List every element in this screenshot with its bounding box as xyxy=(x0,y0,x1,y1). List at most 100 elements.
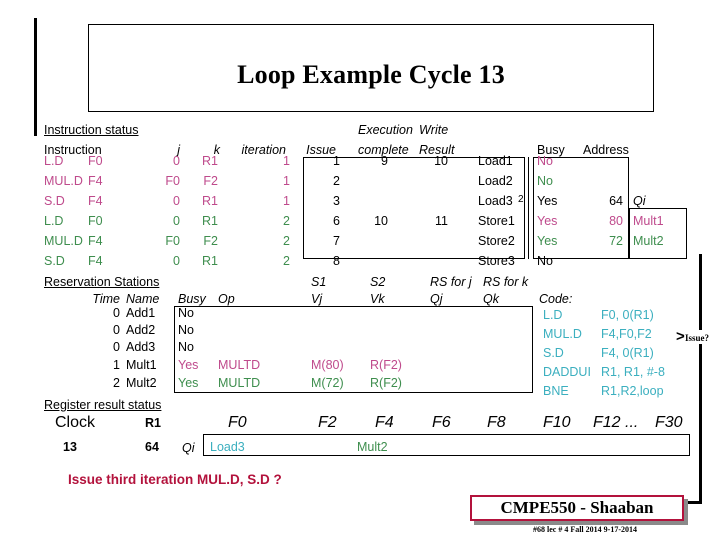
rs-op: MULTD xyxy=(218,376,261,390)
instr-j: 0 xyxy=(173,254,180,268)
ls-name: Load3 xyxy=(478,194,513,208)
code-operands: F0, 0(R1) xyxy=(601,308,654,322)
slide-root: Loop Example Cycle 13 Instruction status… xyxy=(0,0,720,540)
instr-issue: 3 xyxy=(333,194,340,208)
code-operands: R1, R1, #-8 xyxy=(601,365,665,379)
instr-iteration: 1 xyxy=(283,174,290,188)
rs-time: 0 xyxy=(113,323,120,337)
instr-result: 11 xyxy=(435,214,448,228)
rs-vk: R(F2) xyxy=(370,376,402,390)
ls-qi: Mult2 xyxy=(633,234,664,248)
instr-dest: F4 xyxy=(88,234,103,248)
ls-address: 72 xyxy=(609,234,623,248)
register-header: F10 xyxy=(543,414,571,431)
rs-time: 2 xyxy=(113,376,120,390)
header-vk: Vk xyxy=(370,292,385,306)
header-time: Time xyxy=(92,292,120,306)
rs-busy: No xyxy=(178,323,194,337)
code-operands: R1,R2,loop xyxy=(601,384,664,398)
bottom-question: Issue third iteration MUL.D, S.D ? xyxy=(68,472,282,487)
qi-label: Qi xyxy=(182,441,195,455)
instr-issue: 8 xyxy=(333,254,340,268)
issue-arrow-icon: > xyxy=(676,328,685,345)
code-operands: F4,F0,F2 xyxy=(601,327,652,341)
load-store-left-rule xyxy=(528,157,529,259)
instr-j: 0 xyxy=(173,194,180,208)
clock-label: Clock xyxy=(55,414,96,431)
code-op: BNE xyxy=(543,384,569,398)
footer-banner-text: CMPE550 - Shaaban xyxy=(500,498,654,517)
instr-j: F0 xyxy=(165,234,180,248)
rs-time: 0 xyxy=(113,306,120,320)
instr-dest: F0 xyxy=(88,214,103,228)
ls-address: 80 xyxy=(609,214,623,228)
instr-k: R1 xyxy=(202,154,218,168)
register-result-status-label: Register result status xyxy=(44,398,162,412)
header-vj: Vj xyxy=(311,292,323,306)
register-header: F8 xyxy=(487,414,506,431)
ls-name: Load1 xyxy=(478,154,513,168)
header-name: Name xyxy=(126,292,160,306)
instr-k: R1 xyxy=(202,214,218,228)
page-title: Loop Example Cycle 13 xyxy=(237,60,505,89)
instr-dest: F4 xyxy=(88,174,103,188)
issue-annotation: Issue? xyxy=(685,333,710,343)
register-result-box xyxy=(203,434,690,456)
instr-k: F2 xyxy=(203,234,218,248)
rs-busy: Yes xyxy=(178,358,199,372)
instr-iteration: 2 xyxy=(283,214,290,228)
reservation-stations-label: Reservation Stations xyxy=(44,275,160,289)
header-s1: S1 xyxy=(311,275,327,289)
instruction-status-label: Instruction status xyxy=(44,123,139,137)
code-op: DADDUI xyxy=(543,365,591,379)
header-busy-rs: Busy xyxy=(178,292,206,306)
rs-vj: M(80) xyxy=(311,358,344,372)
code-label: Code: xyxy=(539,292,573,306)
rs-time: 0 xyxy=(113,340,120,354)
left-edge-rule xyxy=(34,18,37,136)
ls-name: Store1 xyxy=(478,214,515,228)
right-edge-rule xyxy=(699,254,702,504)
code-operands: F4, 0(R1) xyxy=(601,346,654,360)
instr-j: 0 xyxy=(173,214,180,228)
instr-k: R1 xyxy=(202,194,218,208)
r1-label: R1 xyxy=(145,416,161,430)
register-value: Load3 xyxy=(210,440,245,454)
register-header: F6 xyxy=(432,414,451,431)
ls-busy: No xyxy=(537,254,553,268)
header-qj: Qj xyxy=(430,292,443,306)
rs-vk: R(F2) xyxy=(370,358,402,372)
ls-address: 64 xyxy=(609,194,623,208)
ls-busy: No xyxy=(537,154,553,168)
header-write: Write xyxy=(419,123,449,137)
register-header: F30 xyxy=(655,414,683,431)
header-rs-for-j: RS for j xyxy=(430,275,472,289)
instr-op: MUL.D xyxy=(44,234,83,248)
instr-op: L.D xyxy=(44,214,64,228)
register-value: Mult2 xyxy=(357,440,388,454)
rs-name: Add3 xyxy=(126,340,156,354)
instr-iteration: 2 xyxy=(283,254,290,268)
r1-value: 64 xyxy=(145,440,159,454)
footer-subtitle: #68 lec # 4 Fall 2014 9-17-2014 xyxy=(533,525,637,534)
rs-busy: Yes xyxy=(178,376,199,390)
code-op: L.D xyxy=(543,308,563,322)
rs-name: Add2 xyxy=(126,323,156,337)
instr-op: S.D xyxy=(44,254,65,268)
ls-name: Load2 xyxy=(478,174,513,188)
rs-op: MULTD xyxy=(218,358,261,372)
rs-busy: No xyxy=(178,340,194,354)
register-header: F4 xyxy=(375,414,394,431)
header-execution: Execution xyxy=(358,123,413,137)
instr-iteration: 1 xyxy=(283,154,290,168)
instr-op: L.D xyxy=(44,154,64,168)
ls-busy: No xyxy=(537,174,553,188)
rs-vj: M(72) xyxy=(311,376,344,390)
instr-issue: 2 xyxy=(333,174,340,188)
ls-superscript: 2 xyxy=(518,194,524,205)
instr-dest: F4 xyxy=(88,194,103,208)
register-header: F0 xyxy=(228,414,247,431)
instr-issue: 1 xyxy=(333,154,340,168)
header-s2: S2 xyxy=(370,275,386,289)
ls-qi: Mult1 xyxy=(633,214,664,228)
